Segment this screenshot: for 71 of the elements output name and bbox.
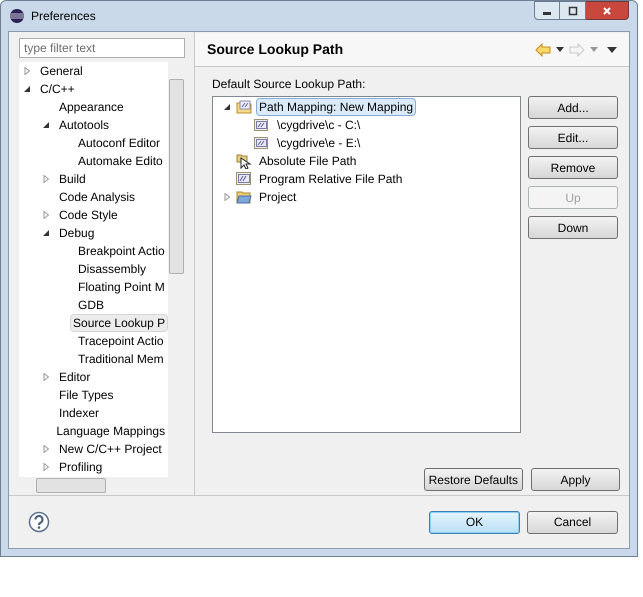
- expanded-arrow-icon[interactable]: [42, 229, 50, 237]
- tree-item[interactable]: Build: [56, 170, 89, 188]
- tree-item[interactable]: Program Relative File Path: [256, 170, 406, 188]
- help-icon[interactable]: [28, 511, 50, 533]
- tree-item[interactable]: Code Analysis: [56, 188, 138, 206]
- side-button[interactable]: Add...: [528, 96, 618, 119]
- tree-item[interactable]: Disassembly: [75, 260, 150, 278]
- tree-item[interactable]: Tracepoint Actio: [75, 332, 167, 350]
- folder-icon: [236, 190, 252, 204]
- restore-defaults-button[interactable]: Restore Defaults: [424, 468, 523, 491]
- tree-item[interactable]: Traditional Mem: [75, 350, 167, 368]
- minimize-button[interactable]: [534, 1, 560, 20]
- app-logo-icon: [9, 8, 25, 24]
- path-entry-icon: [254, 136, 269, 150]
- window-title: Preferences: [31, 8, 96, 25]
- dropdown-icon[interactable]: [556, 47, 564, 52]
- collapsed-arrow-icon[interactable]: [23, 67, 31, 75]
- collapsed-arrow-icon[interactable]: [42, 211, 50, 219]
- tree-item[interactable]: Code Style: [56, 206, 121, 224]
- apply-button[interactable]: Apply: [531, 468, 620, 491]
- tree-item[interactable]: GDB: [75, 296, 108, 314]
- maximize-button[interactable]: [560, 1, 586, 20]
- collapsed-arrow-icon[interactable]: [42, 463, 50, 471]
- forward-arrow-icon[interactable]: [569, 42, 585, 56]
- tree-item[interactable]: Debug: [56, 224, 98, 242]
- dialog-button[interactable]: OK: [429, 510, 520, 534]
- path-entry-icon: [236, 172, 252, 186]
- tree-item[interactable]: Source Lookup P: [70, 314, 168, 332]
- tree-item[interactable]: Indexer: [56, 404, 102, 422]
- folder-cursor-icon: [236, 153, 252, 169]
- side-button[interactable]: Edit...: [528, 126, 618, 149]
- collapsed-arrow-icon[interactable]: [42, 445, 50, 453]
- tree-item[interactable]: \cygdrive\c - C:\: [274, 116, 364, 134]
- view-menu-icon[interactable]: [607, 46, 617, 52]
- tree-item[interactable]: Breakpoint Actio: [75, 242, 168, 260]
- tree-item[interactable]: Project: [256, 188, 300, 206]
- folder-icon: [236, 100, 252, 114]
- expanded-arrow-icon[interactable]: [42, 121, 50, 129]
- collapsed-arrow-icon[interactable]: [223, 193, 231, 201]
- tree-item[interactable]: Language Mappings: [53, 422, 168, 440]
- tree-item[interactable]: Floating Point M: [75, 278, 168, 296]
- tree-item[interactable]: Absolute File Path: [256, 152, 360, 170]
- tree-item[interactable]: Profiling: [56, 458, 106, 476]
- expanded-arrow-icon[interactable]: [23, 85, 31, 93]
- tree-item[interactable]: New C/C++ Project: [56, 440, 165, 458]
- filter-field[interactable]: type filter text: [19, 38, 185, 58]
- tree-item[interactable]: Autoconf Editor: [75, 134, 164, 152]
- minimize-icon: [543, 12, 551, 14]
- tree-item[interactable]: Path Mapping: New Mapping: [256, 98, 416, 116]
- side-button[interactable]: Remove: [528, 156, 618, 179]
- path-entry-icon: [254, 118, 269, 132]
- tree-item[interactable]: File Types: [56, 386, 116, 404]
- back-arrow-icon[interactable]: [535, 42, 551, 56]
- tree-item[interactable]: Automake Edito: [75, 152, 166, 170]
- side-button[interactable]: Down: [528, 216, 618, 239]
- collapsed-arrow-icon[interactable]: [42, 175, 50, 183]
- tree-item[interactable]: Editor: [56, 368, 94, 386]
- tree-item[interactable]: Appearance: [56, 98, 127, 116]
- tree-item[interactable]: C/C++: [37, 80, 78, 98]
- maximize-icon: [568, 6, 578, 16]
- tree-item[interactable]: \cygdrive\e - E:\: [274, 134, 364, 152]
- dialog-button[interactable]: Cancel: [527, 510, 618, 534]
- tree-item[interactable]: General: [37, 62, 86, 80]
- source-path-tree[interactable]: Path Mapping: New Mapping \cygdrive\c - C:\ \cygdrive\e - E:\ Absolute File Path Program Relative File Path Project: [212, 96, 521, 433]
- close-icon: [602, 6, 612, 16]
- expanded-arrow-icon[interactable]: [223, 103, 231, 111]
- tree-item[interactable]: Autotools: [56, 116, 112, 134]
- page-title: Source Lookup Path: [207, 40, 344, 59]
- close-button[interactable]: [586, 1, 629, 20]
- list-label: Default Source Lookup Path:: [212, 76, 366, 92]
- collapsed-arrow-icon[interactable]: [42, 373, 50, 381]
